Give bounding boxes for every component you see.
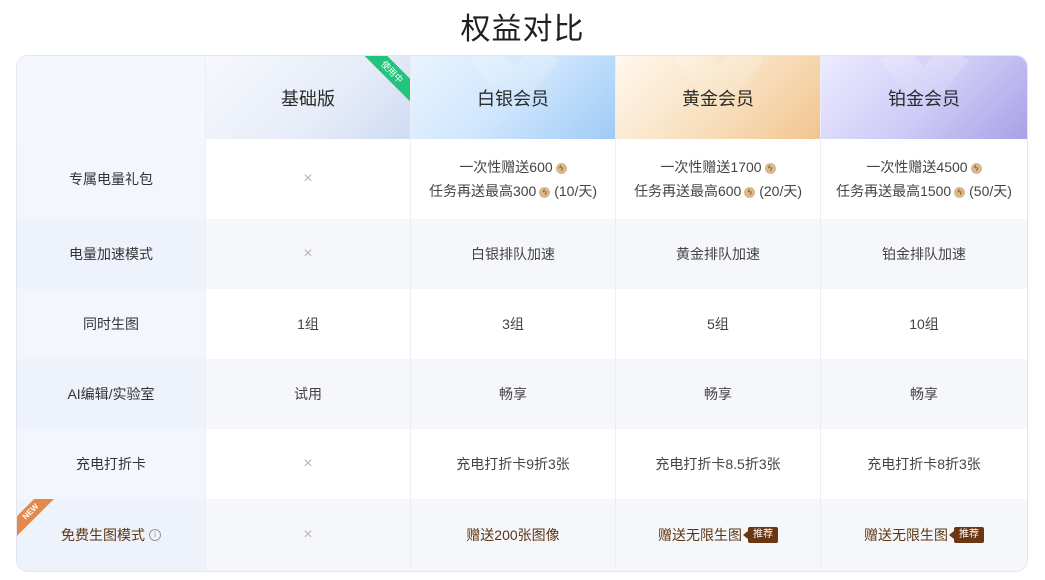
info-circle-icon[interactable]: i (149, 529, 161, 541)
free-platinum-text: 赠送无限生图 (864, 527, 948, 543)
header-empty-cell (17, 56, 206, 139)
table-header-row: 基础版 使用中 白银会员 黄金会员 铂金会员 (17, 56, 1027, 139)
cross-icon: × (303, 455, 313, 472)
gift-task-text: 任务再送最高1500 (836, 183, 952, 199)
gift-task-text: 任务再送最高600 (633, 183, 742, 199)
gold-value: 畅享 (616, 359, 821, 429)
current-plan-ribbon: 使用中 (358, 56, 410, 106)
platinum-value: 赠送无限生图 推荐 (821, 499, 1027, 571)
cross-icon: × (303, 170, 313, 187)
tier-gold-header[interactable]: 黄金会员 (616, 56, 821, 139)
gold-value: 赠送无限生图 推荐 (616, 499, 821, 571)
silver-value: 赠送200张图像 (411, 499, 616, 571)
tier-silver-label: 白银会员 (477, 88, 549, 109)
row-speed-mode: 电量加速模式 × 白银排队加速 黄金排队加速 铂金排队加速 (17, 219, 1027, 289)
row-label-cell: NEW 免费生图模式 i (17, 499, 206, 571)
gold-value: 黄金排队加速 (616, 219, 821, 289)
free-gold-text: 赠送无限生图 (658, 527, 742, 543)
row-label: 充电打折卡 (17, 429, 206, 499)
platinum-value: 畅享 (821, 359, 1027, 429)
tier-gold-label: 黄金会员 (682, 88, 754, 109)
lightning-coin-icon: ϟ (539, 187, 551, 198)
gold-value: 5组 (616, 289, 821, 359)
row-free-mode: NEW 免费生图模式 i × 赠送200张图像 赠送无限生图 推荐 赠送无限生图… (17, 499, 1027, 571)
row-label: AI编辑/实验室 (17, 359, 206, 429)
silver-value: 畅享 (411, 359, 616, 429)
tier-platinum-label: 铂金会员 (888, 88, 960, 109)
row-energy-gift: 专属电量礼包 × 一次性赠送600 ϟ 任务再送最高300 ϟ (10/天) 一次性… (17, 139, 1027, 219)
lightning-coin-icon: ϟ (954, 187, 966, 198)
platinum-value: 充电打折卡8折3张 (867, 456, 981, 472)
platinum-value: 一次性赠送4500 ϟ 任务再送最高1500 ϟ (50/天) (821, 139, 1027, 219)
gift-rate-text: (20/天) (755, 183, 803, 199)
silver-value: 白银排队加速 (411, 219, 616, 289)
gift-once-text: 一次性赠送1700 (660, 159, 762, 175)
lightning-coin-icon: ϟ (555, 163, 567, 174)
row-ai-edit: AI编辑/实验室 试用 畅享 畅享 畅享 (17, 359, 1027, 429)
row-concurrent: 同时生图 1组 3组 5组 10组 (17, 289, 1027, 359)
tier-silver-header[interactable]: 白银会员 (411, 56, 616, 139)
benefits-comparison-table: 基础版 使用中 白银会员 黄金会员 铂金会员 专属电量礼包 × 一次性赠送600… (16, 55, 1028, 572)
lightning-coin-icon: ϟ (970, 163, 982, 174)
gold-value: 充电打折卡8.5折3张 (616, 429, 821, 499)
cross-icon: × (303, 245, 313, 262)
silver-value: 一次性赠送600 ϟ 任务再送最高300 ϟ (10/天) (411, 139, 616, 219)
basic-value: × (206, 429, 411, 499)
lightning-coin-icon: ϟ (744, 187, 756, 198)
basic-value: 1组 (206, 289, 411, 359)
basic-value: × (206, 219, 411, 289)
silver-value: 3组 (411, 289, 616, 359)
basic-value: 试用 (206, 359, 411, 429)
new-tag: NEW (17, 499, 58, 539)
basic-value: × (206, 499, 411, 571)
cross-icon: × (303, 526, 313, 543)
gift-once-text: 一次性赠送600 (459, 159, 553, 175)
gift-rate-text: (10/天) (550, 183, 598, 199)
free-silver-text: 赠送200张图像 (466, 527, 560, 543)
platinum-value: 铂金排队加速 (821, 219, 1027, 289)
basic-value: × (206, 139, 411, 219)
tier-basic-label: 基础版 (281, 88, 335, 109)
gift-task-text: 任务再送最高300 (428, 183, 537, 199)
row-charge-card: 充电打折卡 × 充电打折卡9折3张 充电打折卡8.5折3张 充电打折卡8折3张 (17, 429, 1027, 499)
row-label: 专属电量礼包 (17, 139, 206, 219)
gift-rate-text: (50/天) (965, 183, 1012, 199)
gift-once-text: 一次性赠送4500 (866, 159, 968, 175)
platinum-value: 10组 (909, 316, 939, 332)
page-title: 权益对比 (460, 12, 585, 47)
recommend-badge: 推荐 (949, 527, 984, 543)
silver-value: 充电打折卡9折3张 (411, 429, 616, 499)
lightning-coin-icon: ϟ (764, 163, 776, 174)
row-label: 同时生图 (17, 289, 206, 359)
gold-value: 一次性赠送1700 ϟ 任务再送最高600 ϟ (20/天) (616, 139, 821, 219)
row-label: 免费生图模式 (61, 527, 145, 543)
tier-platinum-header[interactable]: 铂金会员 (821, 56, 1027, 139)
row-label: 电量加速模式 (17, 219, 206, 289)
tier-basic-header[interactable]: 基础版 使用中 (206, 56, 411, 139)
recommend-badge: 推荐 (743, 527, 778, 543)
